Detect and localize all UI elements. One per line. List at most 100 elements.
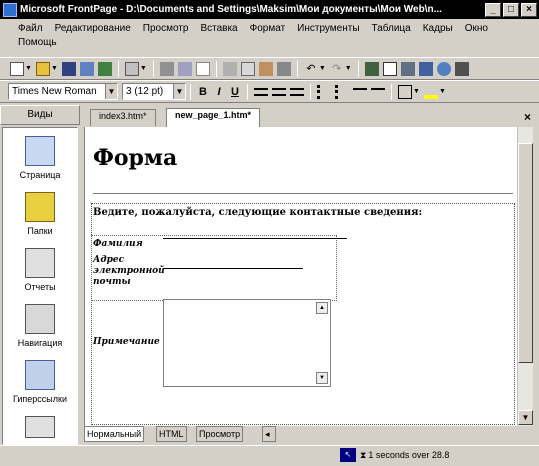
menu-table[interactable]: Таблица [372, 23, 411, 34]
editor-area[interactable]: Форма Ведите, пожалуйста, следующие конт… [84, 127, 517, 426]
close-button[interactable]: × [521, 2, 537, 17]
stop-icon[interactable] [454, 61, 469, 76]
minimize-button[interactable]: _ [485, 2, 501, 17]
views-panel: Виды Страница Папки Отчеты Навигация Гип… [0, 105, 80, 446]
menu-window[interactable]: Окно [465, 23, 488, 34]
undo-icon[interactable]: ↶ [304, 62, 318, 76]
close-document-icon[interactable]: × [524, 110, 531, 124]
redo-icon[interactable]: ↷ [330, 62, 344, 76]
align-right-icon[interactable] [290, 87, 304, 96]
menu-frames[interactable]: Кадры [423, 23, 453, 34]
save-icon[interactable] [61, 61, 76, 76]
toolbar-separator [391, 83, 392, 100]
scroll-left-button[interactable]: ◂ [262, 426, 276, 442]
numbered-list-icon[interactable] [317, 84, 331, 99]
folder-list-icon[interactable] [124, 61, 139, 76]
surname-label: Фамилия [93, 239, 143, 249]
tab-normal[interactable]: Нормальный [84, 426, 145, 442]
insert-picture-icon[interactable] [400, 61, 415, 76]
web-icon[interactable] [97, 61, 112, 76]
refresh-icon[interactable] [436, 61, 451, 76]
chevron-down-icon[interactable]: ▼ [25, 65, 32, 72]
highlight-icon[interactable] [423, 85, 438, 99]
font-size-select[interactable]: 3 (12 pt) ▼ [122, 83, 186, 100]
new-page-icon[interactable] [10, 61, 24, 76]
menu-edit[interactable]: Редактирование [55, 23, 131, 34]
horizontal-rule [93, 193, 513, 195]
menu-help[interactable]: Помощь [18, 37, 57, 48]
toolbar-separator [357, 60, 359, 77]
status-timer: ↖ ⧗ 1 seconds over 28.8 [340, 448, 449, 462]
notes-label: Примечание [93, 337, 160, 347]
maximize-button[interactable]: □ [503, 2, 519, 17]
email-input[interactable] [163, 259, 303, 269]
publish-icon[interactable] [79, 61, 94, 76]
chevron-down-icon[interactable]: ▼ [413, 88, 420, 95]
reports-icon [25, 248, 55, 278]
bold-button[interactable]: B [195, 86, 211, 98]
insert-table-icon[interactable] [382, 61, 397, 76]
views-list: Страница Папки Отчеты Навигация Гиперссы… [2, 127, 78, 445]
format-painter-icon[interactable] [276, 61, 291, 76]
underline-button[interactable]: U [227, 86, 243, 98]
preview-icon[interactable] [177, 61, 192, 76]
page-tabs: index3.htm* new_page_1.htm* × [84, 107, 539, 127]
paste-icon[interactable] [258, 61, 273, 76]
tab-new-page-1[interactable]: new_page_1.htm* [166, 108, 261, 127]
align-center-icon[interactable] [272, 87, 286, 96]
toolbar-separator [152, 60, 154, 77]
cut-icon[interactable] [222, 61, 237, 76]
scrollbar-thumb[interactable] [518, 143, 533, 363]
notes-textarea[interactable]: ▲ ▼ [163, 299, 331, 387]
chevron-down-icon[interactable]: ▼ [319, 65, 326, 72]
window-title: Microsoft FrontPage - D:\Documents and S… [20, 4, 442, 15]
print-icon[interactable] [159, 61, 174, 76]
chevron-down-icon[interactable]: ▼ [105, 84, 117, 99]
align-left-icon[interactable] [254, 87, 268, 96]
font-size-value: 3 (12 pt) [126, 86, 164, 97]
chevron-down-icon[interactable]: ▼ [51, 65, 58, 72]
view-folders[interactable]: Папки [3, 192, 77, 236]
web-component-icon[interactable] [364, 61, 379, 76]
view-reports[interactable]: Отчеты [3, 248, 77, 292]
font-family-select[interactable]: Times New Roman ▼ [8, 83, 118, 100]
view-tasks[interactable] [3, 416, 77, 442]
view-hyperlinks[interactable]: Гиперссылки [3, 360, 77, 404]
toolbar-separator [247, 83, 248, 100]
hyperlinks-icon [25, 360, 55, 390]
scroll-down-button[interactable]: ▼ [518, 410, 533, 425]
spelling-icon[interactable] [195, 61, 210, 76]
surname-input[interactable] [163, 229, 347, 239]
toolbar-separator [296, 60, 298, 77]
view-page[interactable]: Страница [3, 136, 77, 180]
view-navigation[interactable]: Навигация [3, 304, 77, 348]
chevron-down-icon[interactable]: ▼ [439, 88, 446, 95]
textarea-scroll-up[interactable]: ▲ [316, 302, 328, 314]
bullet-list-icon[interactable] [335, 84, 349, 99]
textarea-scroll-down[interactable]: ▼ [316, 372, 328, 384]
copy-icon[interactable] [240, 61, 255, 76]
italic-button[interactable]: I [211, 86, 227, 98]
font-family-value: Times New Roman [12, 86, 97, 97]
menu-tools[interactable]: Инструменты [297, 23, 359, 34]
view-label: Страница [19, 170, 61, 180]
tab-preview[interactable]: Просмотр [196, 426, 244, 442]
open-folder-icon[interactable] [35, 61, 50, 76]
tab-index3[interactable]: index3.htm* [90, 109, 156, 126]
vertical-scrollbar[interactable]: ▼ [517, 127, 533, 426]
menu-format[interactable]: Формат [250, 23, 286, 34]
tab-html[interactable]: HTML [156, 426, 187, 442]
views-title: Виды [0, 105, 80, 125]
page-heading: Форма [93, 145, 178, 171]
menu-view[interactable]: Просмотр [143, 23, 189, 34]
menu-bar: Файл Редактирование Просмотр Вставка Формат И… [0, 20, 539, 54]
menu-insert[interactable]: Вставка [200, 23, 237, 34]
increase-indent-icon[interactable] [371, 87, 385, 96]
chevron-down-icon[interactable]: ▼ [345, 65, 352, 72]
chevron-down-icon[interactable]: ▼ [140, 65, 147, 72]
decrease-indent-icon[interactable] [353, 87, 367, 96]
hyperlink-icon[interactable] [418, 61, 433, 76]
chevron-down-icon[interactable]: ▼ [173, 84, 185, 99]
menu-file[interactable]: Файл [18, 23, 43, 34]
borders-icon[interactable] [398, 84, 412, 99]
